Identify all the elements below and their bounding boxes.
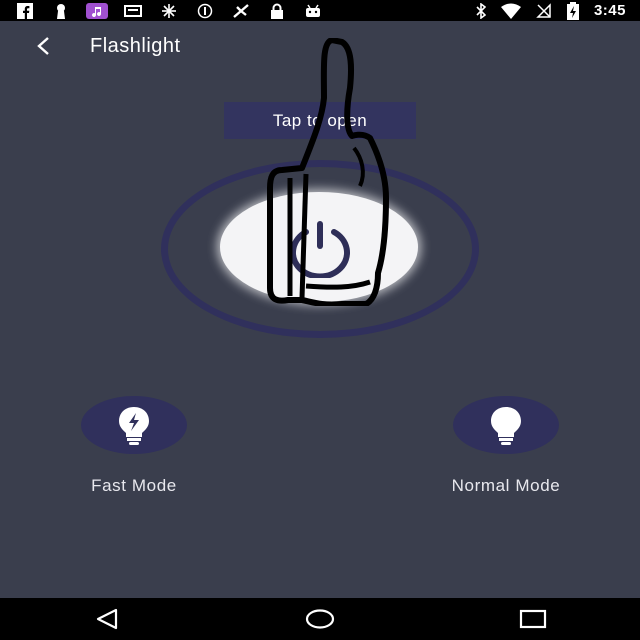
back-button[interactable]	[24, 26, 64, 66]
nav-home-button[interactable]	[290, 599, 350, 639]
storage-icon	[122, 3, 144, 19]
bluetooth-icon	[476, 2, 486, 19]
status-bar-right: 3:45	[476, 1, 640, 20]
bulb-flash-icon	[119, 407, 149, 445]
page-title: Flashlight	[90, 34, 181, 57]
wifi-icon	[500, 3, 522, 19]
tap-to-open-hint: Tap to open	[224, 102, 416, 139]
power-icon	[290, 221, 350, 278]
back-triangle-icon	[96, 608, 117, 630]
system-nav-bar	[0, 598, 640, 640]
status-bar-left	[0, 2, 338, 19]
nav-back-button[interactable]	[77, 599, 137, 639]
brightness-icon	[158, 3, 180, 19]
home-circle-icon	[305, 609, 335, 629]
no-sim-icon	[536, 2, 552, 19]
app-header: Flashlight	[0, 21, 640, 71]
facebook-icon	[14, 2, 36, 19]
status-time: 3:45	[593, 2, 626, 19]
fan-icon	[230, 3, 252, 19]
data-saver-icon	[194, 3, 216, 19]
normal-mode-label: Normal Mode	[451, 476, 561, 495]
recents-square-icon	[520, 609, 547, 629]
bulb-icon	[491, 407, 521, 445]
keyhole-icon	[50, 3, 72, 19]
fast-mode-label: Fast Mode	[91, 476, 177, 495]
nav-recents-button[interactable]	[503, 599, 563, 639]
battery-charging-icon	[566, 1, 580, 20]
android-icon	[302, 3, 324, 19]
music-icon	[86, 2, 108, 19]
lock-icon	[266, 3, 288, 19]
chevron-left-icon	[37, 37, 49, 55]
normal-mode-button[interactable]	[453, 396, 559, 454]
fast-mode-button[interactable]	[81, 396, 187, 454]
status-bar: 3:45	[0, 0, 640, 21]
